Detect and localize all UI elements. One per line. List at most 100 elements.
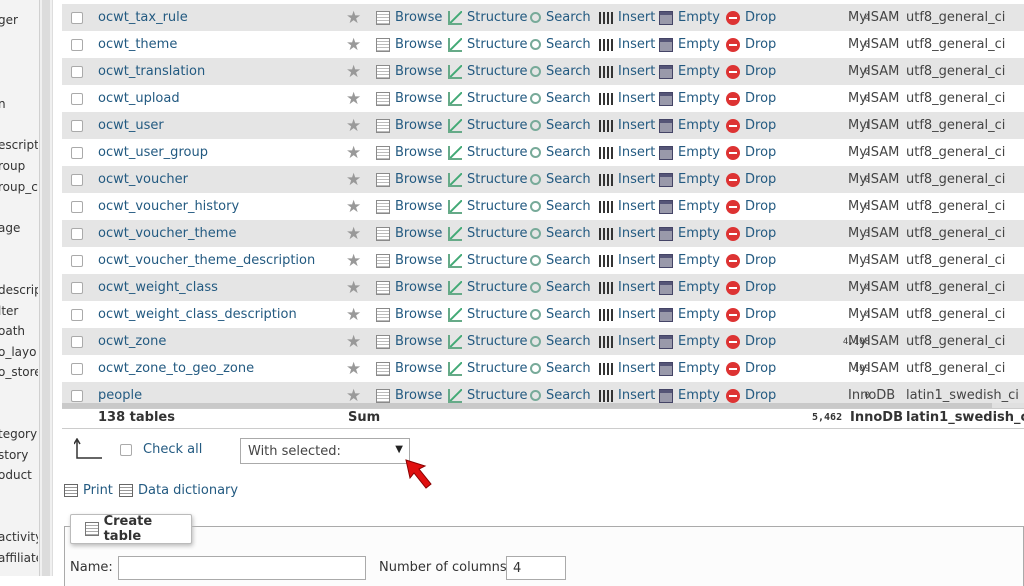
favorite-star-icon[interactable]: ★ — [346, 89, 361, 109]
browse-action[interactable]: Browse — [376, 388, 442, 403]
structure-action[interactable]: Structure — [448, 172, 527, 187]
sidebar-item[interactable]: roup_c — [0, 180, 38, 194]
drop-action[interactable]: Drop — [726, 37, 776, 52]
table-name-input[interactable] — [118, 556, 366, 580]
table-name-link[interactable]: ocwt_zone_to_geo_zone — [98, 361, 254, 376]
row-checkbox[interactable] — [71, 227, 83, 240]
table-row[interactable]: ocwt_weight_class ★ Browse Structure Search I… — [62, 274, 1024, 301]
empty-action[interactable]: Empty — [659, 334, 720, 349]
sidebar-item[interactable]: oduct — [0, 468, 38, 482]
favorite-star-icon[interactable]: ★ — [346, 251, 361, 271]
drop-action[interactable]: Drop — [726, 280, 776, 295]
empty-action[interactable]: Empty — [659, 91, 720, 106]
empty-action[interactable]: Empty — [659, 64, 720, 79]
table-row[interactable]: ocwt_voucher_theme ★ Browse Structure Search… — [62, 220, 1024, 247]
insert-action[interactable]: Insert — [599, 388, 655, 403]
insert-action[interactable]: Insert — [599, 172, 655, 187]
empty-action[interactable]: Empty — [659, 361, 720, 376]
row-checkbox[interactable] — [71, 335, 83, 348]
drop-action[interactable]: Drop — [726, 361, 776, 376]
table-row[interactable]: ocwt_weight_class_description ★ Browse Stru… — [62, 301, 1024, 328]
browse-action[interactable]: Browse — [376, 361, 442, 376]
empty-action[interactable]: Empty — [659, 172, 720, 187]
drop-action[interactable]: Drop — [726, 118, 776, 133]
search-action[interactable]: Search — [530, 118, 591, 133]
print-link[interactable]: Print — [64, 483, 113, 498]
search-action[interactable]: Search — [530, 64, 591, 79]
row-checkbox[interactable] — [71, 254, 83, 267]
row-checkbox[interactable] — [71, 11, 83, 24]
browse-action[interactable]: Browse — [376, 226, 442, 241]
structure-action[interactable]: Structure — [448, 226, 527, 241]
sidebar-item[interactable]: tegory — [0, 427, 38, 441]
structure-action[interactable]: Structure — [448, 361, 527, 376]
row-checkbox[interactable] — [71, 389, 83, 402]
structure-action[interactable]: Structure — [448, 64, 527, 79]
table-row[interactable]: ocwt_user_group ★ Browse Structure Search Ins… — [62, 139, 1024, 166]
insert-action[interactable]: Insert — [599, 10, 655, 25]
insert-action[interactable]: Insert — [599, 253, 655, 268]
table-row[interactable]: ocwt_zone_to_geo_zone ★ Browse Structure Sea… — [62, 355, 1024, 382]
favorite-star-icon[interactable]: ★ — [346, 116, 361, 136]
structure-action[interactable]: Structure — [448, 199, 527, 214]
row-checkbox[interactable] — [71, 119, 83, 132]
drop-action[interactable]: Drop — [726, 199, 776, 214]
empty-action[interactable]: Empty — [659, 226, 720, 241]
row-checkbox[interactable] — [71, 308, 83, 321]
table-row[interactable]: ocwt_translation ★ Browse Structure Search In… — [62, 58, 1024, 85]
browse-action[interactable]: Browse — [376, 64, 442, 79]
drop-action[interactable]: Drop — [726, 253, 776, 268]
search-action[interactable]: Search — [530, 280, 591, 295]
sidebar-item[interactable]: ger — [0, 13, 38, 27]
favorite-star-icon[interactable]: ★ — [346, 332, 361, 352]
insert-action[interactable]: Insert — [599, 37, 655, 52]
table-name-link[interactable]: people — [98, 388, 142, 403]
row-checkbox[interactable] — [71, 281, 83, 294]
search-action[interactable]: Search — [530, 334, 591, 349]
table-row[interactable]: ocwt_upload ★ Browse Structure Search Insert E… — [62, 85, 1024, 112]
structure-action[interactable]: Structure — [448, 280, 527, 295]
insert-action[interactable]: Insert — [599, 145, 655, 160]
browse-action[interactable]: Browse — [376, 172, 442, 187]
browse-action[interactable]: Browse — [376, 253, 442, 268]
table-row[interactable]: ocwt_voucher_theme_description ★ Browse Str… — [62, 247, 1024, 274]
row-checkbox[interactable] — [71, 362, 83, 375]
browse-action[interactable]: Browse — [376, 118, 442, 133]
structure-action[interactable]: Structure — [448, 91, 527, 106]
favorite-star-icon[interactable]: ★ — [346, 8, 361, 28]
search-action[interactable]: Search — [530, 253, 591, 268]
favorite-star-icon[interactable]: ★ — [346, 143, 361, 163]
search-action[interactable]: Search — [530, 307, 591, 322]
sidebar-item[interactable]: activity — [0, 530, 38, 544]
table-row[interactable]: ocwt_zone ★ Browse Structure Search Insert Emp… — [62, 328, 1024, 355]
sidebar-item[interactable]: lter — [0, 304, 38, 318]
table-name-link[interactable]: ocwt_tax_rule — [98, 10, 188, 25]
favorite-star-icon[interactable]: ★ — [346, 359, 361, 379]
insert-action[interactable]: Insert — [599, 280, 655, 295]
insert-action[interactable]: Insert — [599, 199, 655, 214]
insert-action[interactable]: Insert — [599, 91, 655, 106]
row-checkbox[interactable] — [71, 65, 83, 78]
with-selected-dropdown[interactable]: With selected: ▼ — [240, 438, 410, 464]
browse-action[interactable]: Browse — [376, 91, 442, 106]
drop-action[interactable]: Drop — [726, 307, 776, 322]
row-checkbox[interactable] — [71, 173, 83, 186]
empty-action[interactable]: Empty — [659, 145, 720, 160]
sidebar-item[interactable]: oath — [0, 324, 38, 338]
sidebar-item[interactable]: roup — [0, 159, 38, 173]
empty-action[interactable]: Empty — [659, 37, 720, 52]
table-name-link[interactable]: ocwt_voucher_theme — [98, 226, 236, 241]
structure-action[interactable]: Structure — [448, 388, 527, 403]
search-action[interactable]: Search — [530, 37, 591, 52]
drop-action[interactable]: Drop — [726, 172, 776, 187]
structure-action[interactable]: Structure — [448, 145, 527, 160]
row-checkbox[interactable] — [71, 92, 83, 105]
drop-action[interactable]: Drop — [726, 10, 776, 25]
favorite-star-icon[interactable]: ★ — [346, 35, 361, 55]
check-all-link[interactable]: Check all — [143, 442, 202, 457]
structure-action[interactable]: Structure — [448, 334, 527, 349]
insert-action[interactable]: Insert — [599, 226, 655, 241]
empty-action[interactable]: Empty — [659, 199, 720, 214]
drop-action[interactable]: Drop — [726, 334, 776, 349]
sidebar-item[interactable]: o_layo — [0, 345, 38, 359]
